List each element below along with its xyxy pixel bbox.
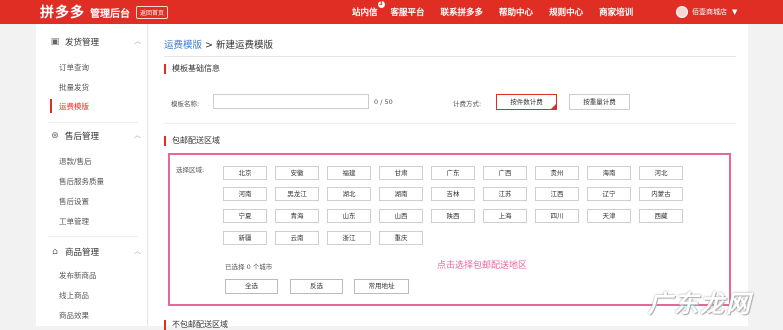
province-guizhou[interactable]: 贵州: [535, 166, 579, 180]
province-tibet[interactable]: 西藏: [639, 209, 683, 223]
province-gansu[interactable]: 甘肃: [379, 166, 423, 180]
breadcrumb-parent[interactable]: 运费模版: [164, 40, 202, 51]
section-divider: [164, 123, 736, 124]
province-shaanxi[interactable]: 陕西: [431, 209, 475, 223]
nav-rules-center[interactable]: 规则中心: [549, 6, 583, 18]
chevron-up-icon: ︿: [134, 131, 141, 139]
sidebar-group-products[interactable]: ⌂ 商品管理 ︿: [50, 246, 141, 258]
sidebar-item-service-quality[interactable]: 售后服务质量: [59, 176, 104, 187]
top-nav: 站内信 3 客服平台 联系拼多多 帮助中心 规则中心 商家培训: [352, 0, 649, 24]
nav-messages[interactable]: 站内信 3: [352, 1, 385, 18]
caret-down-icon: ▼: [732, 8, 738, 16]
name-char-counter: 0 / 50: [374, 98, 393, 106]
sidebar-group-after-sales[interactable]: ⊛ 售后管理 ︿: [50, 130, 141, 142]
box-icon: ▣: [50, 37, 60, 47]
billing-by-piece-button[interactable]: 按件数计费: [496, 94, 557, 110]
sidebar-item-online-products[interactable]: 线上商品: [59, 290, 89, 301]
province-guangxi[interactable]: 广西: [483, 166, 527, 180]
watermark-text: 广东龙网: [648, 290, 752, 318]
sidebar-item-batch-ship[interactable]: 批量发货: [59, 82, 89, 93]
province-jiangxi[interactable]: 江西: [535, 187, 579, 201]
message-count-badge: 3: [377, 1, 385, 8]
sidebar-item-new-product[interactable]: 发布新商品: [59, 270, 97, 281]
breadcrumb-separator: >: [205, 40, 214, 51]
province-shanxi[interactable]: 山西: [379, 209, 423, 223]
province-chongqing[interactable]: 重庆: [379, 231, 423, 245]
sidebar-group-shipping[interactable]: ▣ 发货管理 ︿: [50, 36, 141, 48]
sidebar-item-product-performance[interactable]: 商品效果: [59, 310, 89, 321]
main-content: 运费模版 > 新建运费模版 模板基础信息 模板名称: 0 / 50 计费方式: …: [148, 24, 748, 330]
sidebar-item-refund[interactable]: 退款/售后: [59, 156, 92, 167]
invert-selection-button[interactable]: 反选: [290, 279, 343, 294]
province-qinghai[interactable]: 青海: [275, 209, 319, 223]
select-all-button[interactable]: 全选: [225, 279, 278, 294]
chevron-up-icon: ︿: [134, 247, 141, 255]
selected-city-count: 已选择 0 个城市: [225, 263, 273, 271]
console-title: 管理后台: [90, 8, 130, 20]
top-bar: 拼多多 管理后台 返回首页 站内信 3 客服平台 联系拼多多 帮助中心 规则中心 …: [0, 0, 783, 24]
sidebar-item-tickets[interactable]: 工单管理: [59, 216, 89, 227]
section-title-free-shipping: 包邮配送区域: [164, 136, 220, 146]
username: 佰壹商城店: [692, 8, 727, 16]
province-ningxia[interactable]: 宁夏: [223, 209, 267, 223]
template-name-label: 模板名称:: [171, 100, 200, 108]
bag-icon: ⌂: [52, 247, 58, 257]
breadcrumb-current: 新建运费模版: [216, 40, 274, 51]
sidebar-item-order-query[interactable]: 订单查询: [59, 62, 89, 73]
sidebar-item-after-sales-settings[interactable]: 售后设置: [59, 196, 89, 207]
chevron-up-icon: ︿: [134, 37, 141, 45]
breadcrumb-divider: [164, 56, 736, 57]
sidebar: ▣ 发货管理 ︿ 订单查询 批量发货 运费模版 ⊛ 售后管理 ︿ 退款/售后 售…: [36, 24, 148, 326]
province-henan[interactable]: 河南: [223, 187, 267, 201]
nav-merchant-training[interactable]: 商家培训: [599, 6, 633, 18]
section-title-non-free-shipping: 不包邮配送区域: [164, 320, 228, 330]
province-shandong[interactable]: 山东: [327, 209, 371, 223]
region-hint-text: 点击选择包邮配送地区: [437, 261, 528, 271]
province-hunan[interactable]: 湖南: [379, 187, 423, 201]
province-xinjiang[interactable]: 新疆: [223, 231, 267, 245]
province-zhejiang[interactable]: 浙江: [327, 231, 371, 245]
template-name-input[interactable]: [213, 94, 369, 109]
nav-customer-service[interactable]: 客服平台: [391, 6, 425, 18]
sidebar-divider: [48, 236, 138, 237]
breadcrumb: 运费模版 > 新建运费模版: [164, 37, 273, 51]
back-home-button[interactable]: 返回首页: [136, 5, 169, 19]
province-inner-mongolia[interactable]: 内蒙古: [639, 187, 683, 201]
province-sichuan[interactable]: 四川: [535, 209, 579, 223]
province-hubei[interactable]: 湖北: [327, 187, 371, 201]
province-yunnan[interactable]: 云南: [275, 231, 319, 245]
brand-logo[interactable]: 拼多多: [40, 2, 85, 22]
billing-method-label: 计费方式:: [453, 100, 482, 108]
province-heilongjiang[interactable]: 黑龙江: [275, 187, 319, 201]
avatar: [676, 6, 688, 18]
province-shanghai[interactable]: 上海: [483, 209, 527, 223]
province-hainan[interactable]: 海南: [587, 166, 631, 180]
province-tianjin[interactable]: 天津: [587, 209, 631, 223]
user-menu[interactable]: 佰壹商城店 ▼: [676, 0, 737, 24]
nav-contact[interactable]: 联系拼多多: [441, 6, 484, 18]
watermark: 广东龙网: [642, 282, 762, 318]
province-guangdong[interactable]: 广东: [431, 166, 475, 180]
province-fujian[interactable]: 福建: [327, 166, 371, 180]
province-beijing[interactable]: 北京: [223, 166, 267, 180]
province-jiangsu[interactable]: 江苏: [483, 187, 527, 201]
nav-help-center[interactable]: 帮助中心: [499, 6, 533, 18]
province-hebei[interactable]: 河北: [639, 166, 683, 180]
active-indicator: [50, 99, 52, 113]
province-jilin[interactable]: 吉林: [431, 187, 475, 201]
selected-check-icon: [550, 103, 557, 110]
sidebar-divider: [48, 122, 138, 123]
region-select-label: 选择区域:: [176, 166, 205, 174]
billing-by-weight-button[interactable]: 按重量计费: [569, 94, 630, 110]
return-icon: ⊛: [51, 131, 59, 141]
province-anhui[interactable]: 安徽: [275, 166, 319, 180]
sidebar-item-shipping-template[interactable]: 运费模版: [59, 101, 89, 112]
province-liaoning[interactable]: 辽宁: [587, 187, 631, 201]
section-title-basic: 模板基础信息: [164, 64, 220, 74]
common-address-button[interactable]: 常用地址: [354, 279, 409, 294]
